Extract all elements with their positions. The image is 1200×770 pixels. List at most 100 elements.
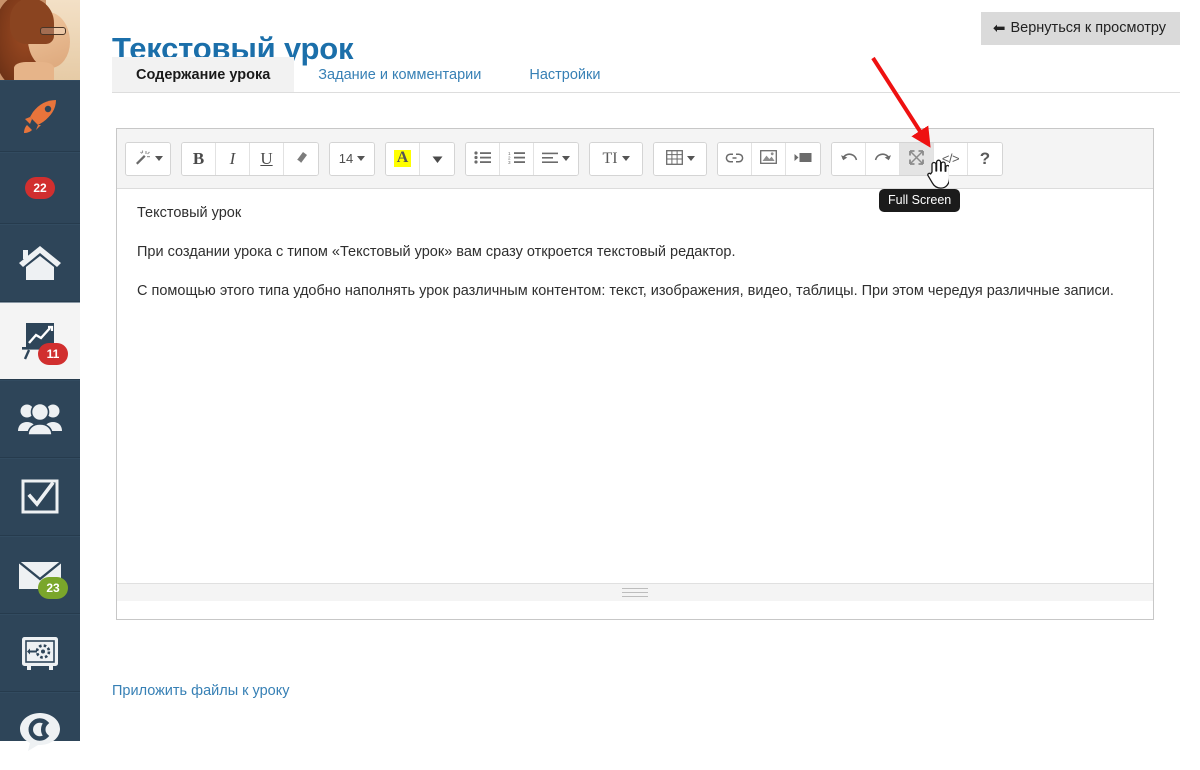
checkbox-check-icon (19, 478, 61, 516)
fullscreen-button[interactable] (900, 143, 934, 175)
tab-settings[interactable]: Настройки (505, 57, 624, 92)
sidebar-item-users[interactable] (0, 380, 80, 458)
home-icon (17, 242, 63, 284)
grip-line (622, 596, 648, 597)
toolbar-group-text-style: B I U (181, 142, 319, 176)
tab-assignment-comments[interactable]: Задание и комментарии (294, 57, 505, 92)
redo-arrow-icon (874, 151, 892, 167)
sidebar-item-chat[interactable] (0, 692, 80, 770)
image-picture-icon (760, 150, 777, 167)
redo-button[interactable] (866, 143, 900, 175)
chat-bubble-c-icon (18, 711, 62, 753)
editor-paragraph: Текстовый урок (137, 203, 1133, 224)
numbered-list-button[interactable]: 1 2 3 (500, 143, 534, 175)
toolbar-group-insert (717, 142, 821, 176)
italic-button[interactable]: I (216, 143, 250, 175)
rocket-icon (18, 94, 62, 138)
safe-vault-icon (18, 634, 62, 672)
table-grid-icon (666, 150, 683, 168)
avatar-neck (14, 62, 54, 80)
bullet-list-button[interactable] (466, 143, 500, 175)
grip-line (622, 592, 648, 593)
sidebar-item-notifications[interactable]: 22 (0, 152, 80, 224)
expand-fullscreen-icon (909, 150, 924, 168)
users-group-icon (16, 400, 64, 438)
code-view-button[interactable]: </> (934, 143, 968, 175)
bold-icon: B (193, 149, 204, 169)
arrow-left-icon: ⬅ (993, 21, 1006, 36)
sidebar-item-mail[interactable]: 23 (0, 536, 80, 614)
tooltip-full-screen: Full Screen (879, 189, 960, 212)
magic-wand-button[interactable] (126, 143, 170, 175)
avatar-front-hair (10, 0, 54, 44)
color-dropdown-button[interactable] (420, 143, 454, 175)
video-icon (794, 151, 812, 167)
toolbar-group-font-size: 14 (329, 142, 375, 176)
insert-image-button[interactable] (752, 143, 786, 175)
sidebar-item-rocket[interactable] (0, 80, 80, 152)
toolbar-group-paragraph-format: TI (589, 142, 643, 176)
chevron-down-icon (357, 156, 365, 161)
question-mark-icon: ? (980, 149, 990, 169)
sidebar-navigation: 22 (0, 0, 80, 741)
chevron-down-icon (562, 156, 570, 161)
help-button[interactable]: ? (968, 143, 1002, 175)
editor-resize-bar (117, 583, 1153, 601)
sidebar-item-statistics[interactable]: 11 (0, 302, 80, 380)
letter-a-highlight-icon: A (394, 150, 412, 167)
magic-wand-icon (134, 149, 151, 168)
editor-paragraph: При создании урока с типом «Текстовый ур… (137, 242, 1133, 263)
sidebar-item-home[interactable] (0, 224, 80, 302)
chevron-down-icon (432, 151, 443, 167)
editor-content-area[interactable]: Текстовый урок При создании урока с типо… (117, 189, 1153, 601)
font-size-value: 14 (339, 151, 353, 166)
align-button[interactable] (534, 143, 578, 175)
avatar[interactable] (0, 0, 80, 80)
text-height-icon: TI (602, 150, 617, 168)
undo-button[interactable] (832, 143, 866, 175)
italic-icon: I (230, 149, 236, 169)
text-color-button[interactable]: A (386, 143, 420, 175)
bullet-list-icon (474, 151, 491, 167)
code-brackets-icon: </> (942, 151, 959, 166)
insert-video-button[interactable] (786, 143, 820, 175)
chevron-down-icon (622, 156, 630, 161)
bold-button[interactable]: B (182, 143, 216, 175)
numbered-list-icon: 1 2 3 (508, 151, 525, 167)
avatar-glasses (40, 27, 66, 35)
toolbar-group-lists: 1 2 3 (465, 142, 579, 176)
toolbar-group-color: A (385, 142, 455, 176)
back-button-label: Вернуться к просмотру (1011, 20, 1167, 36)
toolbar-group-cleanup (125, 142, 171, 176)
paragraph-format-button[interactable]: TI (590, 143, 642, 175)
sidebar-item-safe[interactable] (0, 614, 80, 692)
grip-line (622, 588, 648, 589)
font-size-button[interactable]: 14 (330, 143, 374, 175)
align-left-icon (542, 151, 558, 167)
chevron-down-icon (155, 156, 163, 161)
toolbar-group-actions: </> ? (831, 142, 1003, 176)
clear-formatting-button[interactable] (284, 143, 318, 175)
insert-table-button[interactable] (654, 143, 706, 175)
toolbar-group-table (653, 142, 707, 176)
main-content-area: Текстовый урок ⬅ Вернуться к просмотру С… (80, 0, 1200, 741)
back-to-preview-button[interactable]: ⬅ Вернуться к просмотру (981, 12, 1180, 45)
undo-arrow-icon (840, 151, 858, 167)
editor-toolbar: B I U (117, 129, 1153, 189)
underline-button[interactable]: U (250, 143, 284, 175)
mail-badge: 23 (38, 577, 68, 599)
insert-link-button[interactable] (718, 143, 752, 175)
sidebar-item-tasks[interactable] (0, 458, 80, 536)
chevron-down-icon (687, 156, 695, 161)
tab-lesson-content[interactable]: Содержание урока (112, 57, 294, 92)
tab-bar: Содержание урока Задание и комментарии Н… (112, 57, 1180, 93)
link-chain-icon (725, 151, 744, 167)
tooltip-label: Full Screen (888, 193, 951, 207)
notifications-badge: 22 (25, 177, 55, 199)
resize-grip-handle[interactable] (622, 586, 648, 599)
editor-paragraph: С помощью этого типа удобно наполнять ур… (137, 281, 1133, 302)
underline-icon: U (260, 149, 272, 169)
attach-files-link[interactable]: Приложить файлы к уроку (112, 683, 289, 699)
statistics-badge: 11 (38, 343, 68, 365)
rich-text-editor: B I U (116, 128, 1154, 620)
